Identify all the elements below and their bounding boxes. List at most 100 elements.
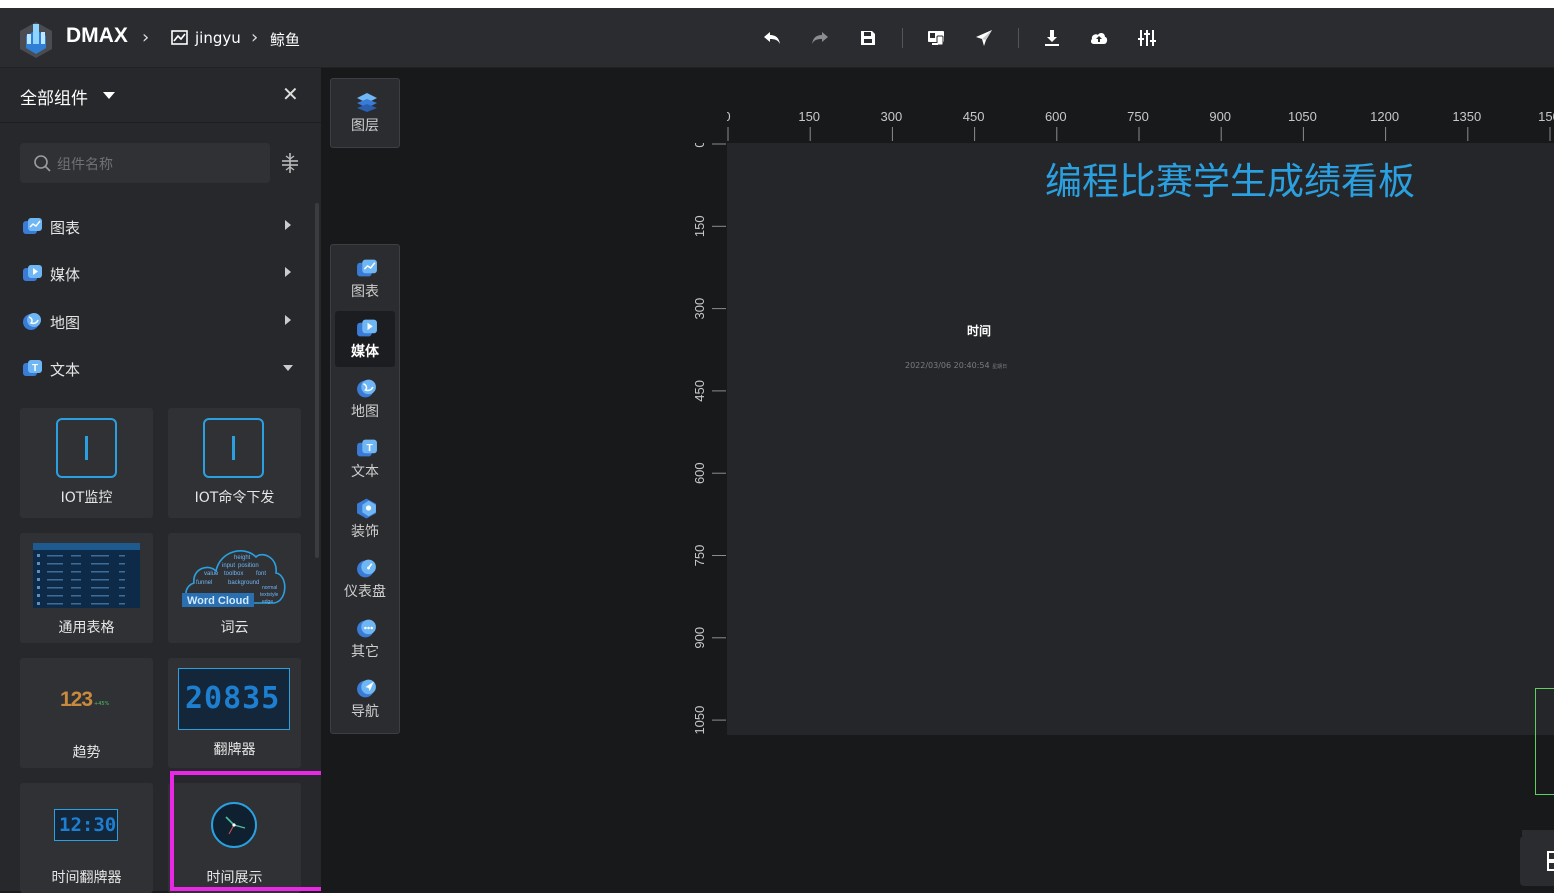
trend-delta: +45% [94, 701, 110, 707]
component-wordcloud[interactable]: Word Cloud height input position value t… [168, 533, 301, 643]
wordcloud-word: value [204, 571, 219, 577]
ruler-label: 1350 [1452, 109, 1481, 124]
toolbar-item-navigation[interactable]: 导航 [335, 671, 395, 727]
chevron-right-icon: › [251, 27, 259, 48]
caret-down-icon[interactable] [103, 92, 115, 99]
text-cursor-icon [56, 418, 117, 478]
component-iot-command[interactable]: IOT命令下发 [168, 408, 301, 518]
media-category-icon [357, 319, 377, 337]
wordcloud-word: normal [262, 585, 277, 591]
ruler-label: 450 [963, 109, 985, 124]
close-icon[interactable]: ✕ [282, 82, 299, 106]
ruler-label: 150 [798, 109, 820, 124]
fullscreen-button[interactable] [1520, 836, 1554, 886]
chart-category-icon [357, 259, 377, 277]
panel-title[interactable]: 全部组件 [20, 84, 88, 109]
map-category-icon [23, 313, 41, 330]
component-trend[interactable]: 123 +45% 趋势 [20, 658, 153, 768]
wordcloud-word: textstyle [260, 592, 279, 598]
time-widget-value[interactable]: 2022/03/06 20:40:54 星期日 [905, 361, 1007, 370]
caret-down-icon [283, 365, 293, 371]
category-toolbar: 图表 媒体 地图 T 文本 装饰 仪表盘 其它 导航 [330, 244, 400, 734]
undo-icon[interactable] [761, 27, 783, 49]
wordcloud-word: toolbox [224, 571, 243, 577]
preview-icon[interactable] [925, 27, 947, 49]
card-label: 翻牌器 [213, 742, 256, 758]
brand-name: DMAX [66, 24, 128, 47]
toolbar-item-label: 其它 [351, 644, 379, 660]
toolbar-item-chart[interactable]: 图表 [335, 251, 395, 307]
dmax-logo-icon[interactable] [16, 18, 56, 60]
card-label: 词云 [220, 620, 249, 636]
ruler-label: 900 [692, 627, 707, 649]
toolbar-item-label: 媒体 [351, 344, 379, 360]
ruler-label: 150 [1538, 109, 1554, 124]
card-label: IOT监控 [60, 490, 113, 506]
category-chart[interactable]: 图表 [0, 206, 316, 246]
vertical-ruler: 0 150 300 450 600 750 900 1050 [692, 143, 726, 735]
card-label: 时间翻牌器 [51, 870, 122, 886]
toolbar-item-map[interactable]: 地图 [335, 371, 395, 427]
wordcloud-thumbnail-icon: Word Cloud height input position value t… [182, 550, 286, 607]
download-icon[interactable] [1041, 27, 1063, 49]
map-category-icon [357, 379, 376, 398]
design-canvas[interactable]: 编程比赛学生成绩看板 时间 2022/03/06 20:40:54 星期日 [727, 143, 1554, 735]
wordcloud-word: input [222, 563, 235, 569]
toolbar-item-text[interactable]: T 文本 [335, 431, 395, 487]
flip-digits: 20835 [185, 681, 281, 716]
toolbar-item-label: 装饰 [351, 524, 379, 540]
collapse-icon[interactable] [280, 151, 300, 175]
time-flip-digits: 12:30 [59, 814, 117, 836]
category-map[interactable]: 地图 [0, 301, 316, 341]
card-label: 趋势 [72, 745, 101, 761]
component-iot-monitor[interactable]: IOT监控 [20, 408, 153, 518]
time-widget-label[interactable]: 时间 [967, 322, 991, 339]
ruler-label: 300 [881, 109, 903, 124]
component-flip-counter[interactable]: 20835 翻牌器 [168, 658, 301, 768]
chart-line-icon [171, 30, 188, 45]
save-icon[interactable] [857, 27, 879, 49]
more-category-icon [357, 619, 376, 638]
panel-scrollbar[interactable] [315, 203, 319, 558]
toolbar-item-label: 图表 [351, 284, 379, 300]
component-panel: 全部组件 ✕ 组件名称 图表 媒体 地图 T 文本 IOT监控 IOT命令下发 … [0, 68, 321, 893]
chevron-right-icon: › [142, 27, 150, 48]
layers-icon [357, 93, 377, 112]
svg-text:T: T [366, 443, 373, 454]
category-media[interactable]: 媒体 [0, 253, 316, 293]
layers-button[interactable]: 图层 [335, 85, 395, 141]
toolbar-divider [902, 28, 903, 48]
card-label: IOT命令下发 [194, 490, 275, 506]
redo-icon[interactable] [809, 27, 831, 49]
horizontal-ruler: 0 150 300 450 600 750 900 1050 1200 1350 150 [727, 109, 1554, 141]
search-icon [34, 155, 51, 172]
dashboard-title[interactable]: 编程比赛学生成绩看板 [1045, 151, 1415, 205]
wordcloud-word: background [228, 580, 259, 586]
top-bar: DMAX › jingyu › 鲸鱼 [0, 8, 1554, 68]
minimap-frame[interactable] [1535, 688, 1554, 795]
top-edge [0, 0, 1554, 8]
cloud-upload-icon[interactable] [1088, 27, 1110, 49]
breadcrumb-project[interactable]: jingyu [195, 29, 241, 47]
ruler-label: 600 [1045, 109, 1067, 124]
ruler-label: 900 [1209, 109, 1231, 124]
category-label: 媒体 [50, 266, 81, 284]
breadcrumb-screen[interactable]: 鲸鱼 [270, 29, 300, 50]
category-text[interactable]: T 文本 [0, 348, 316, 388]
layers-toolbar: 图层 [330, 78, 400, 148]
category-label: 图表 [50, 219, 81, 237]
component-time-flip[interactable]: 12:30 时间翻牌器 [20, 783, 153, 893]
publish-icon[interactable] [973, 27, 995, 49]
toolbar-item-label: 仪表盘 [344, 584, 386, 600]
toolbar-item-media[interactable]: 媒体 [335, 311, 395, 367]
search-input[interactable]: 组件名称 [20, 143, 270, 183]
table-thumbnail-icon [33, 543, 140, 608]
toolbar-item-dashboard[interactable]: 仪表盘 [335, 551, 395, 607]
panel-header: 全部组件 ✕ [0, 68, 321, 123]
component-table[interactable]: 通用表格 [20, 533, 153, 643]
text-category-icon: T [23, 360, 42, 376]
toolbar-item-other[interactable]: 其它 [335, 611, 395, 667]
toolbar-item-decoration[interactable]: 装饰 [335, 491, 395, 547]
settings-sliders-icon[interactable] [1136, 27, 1158, 49]
wordcloud-word: font [256, 571, 266, 577]
